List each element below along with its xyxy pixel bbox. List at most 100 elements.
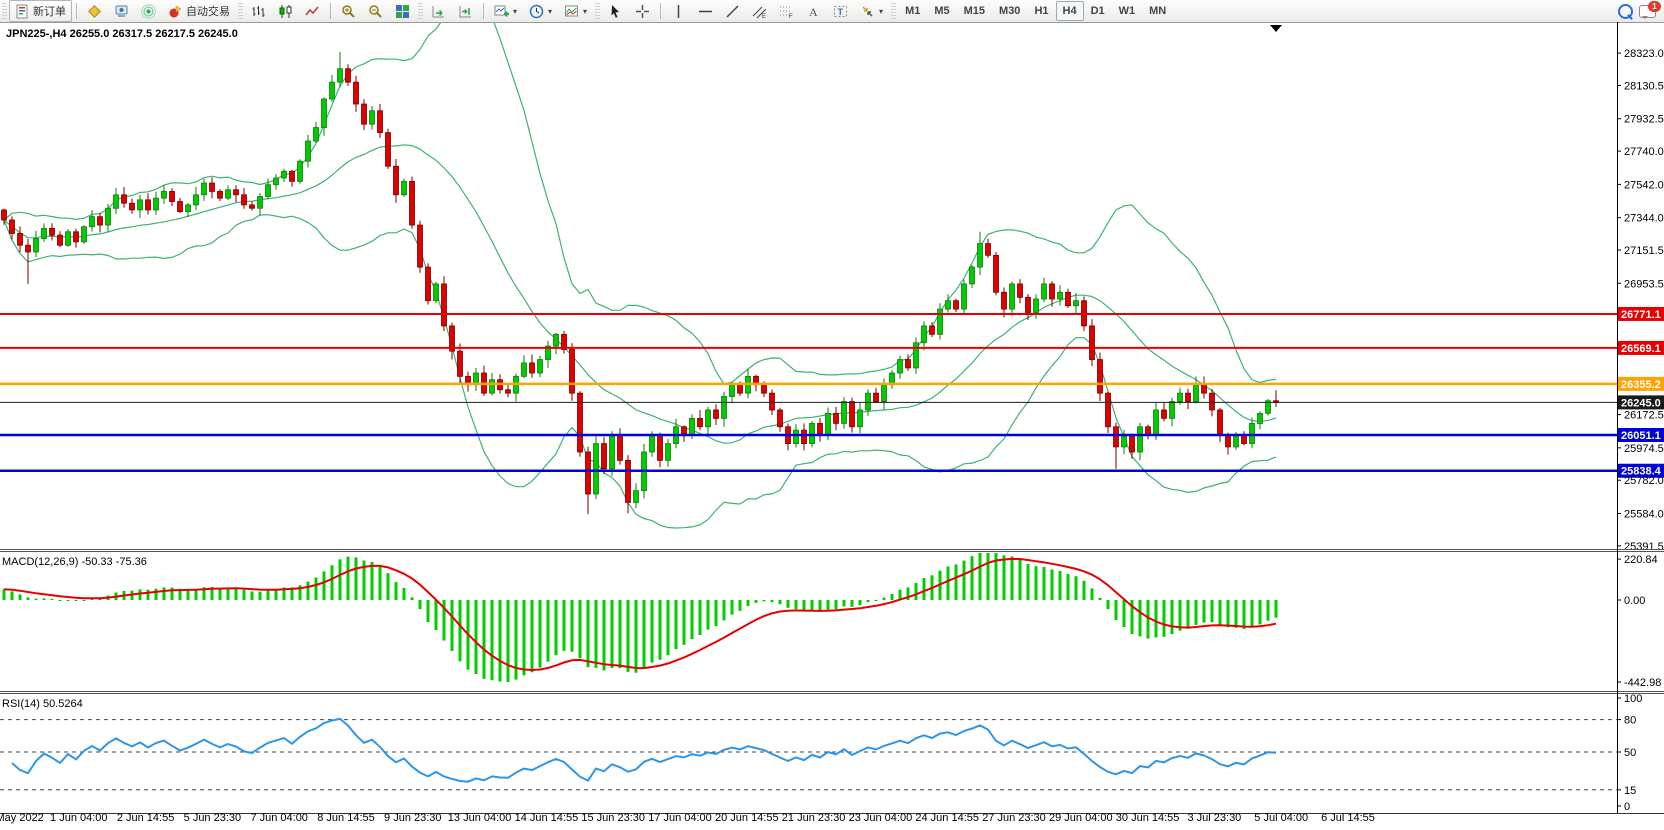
time-axis[interactable]: 31 May 2022 1 Jun 04:00 2 Jun 14:55 5 Jun 2…	[0, 812, 1375, 824]
price-tick-label: 25584.0	[1624, 509, 1664, 521]
tile-windows-icon[interactable]	[389, 0, 416, 22]
timeframe-m30-button[interactable]: M30	[992, 1, 1027, 21]
price-tick-label: 27344.0	[1624, 213, 1664, 225]
templates-icon	[564, 4, 579, 19]
time-axis-label: 5 Jun 23:30	[184, 812, 242, 824]
vertical-line-icon	[671, 4, 686, 19]
toolbar-separator	[76, 3, 77, 19]
price-tick-label: 27932.5	[1624, 114, 1664, 126]
time-axis-label: 6 Jul 14:55	[1321, 812, 1375, 824]
price-tick-label: 27151.5	[1624, 245, 1664, 257]
rsi-tick-label: 100	[1624, 693, 1642, 705]
time-axis-label: 9 Jun 23:30	[384, 812, 442, 824]
price-badge-label: 26245.0	[1621, 397, 1661, 409]
crosshair-icon	[635, 4, 650, 19]
time-axis-label: 31 May 2022	[0, 812, 44, 824]
auto-scroll-icon[interactable]	[425, 0, 452, 22]
price-tick-label: 28323.0	[1624, 48, 1664, 60]
candle-chart-mode-icon	[278, 4, 293, 19]
rsi-tick-label: 50	[1624, 747, 1636, 759]
crosshair-icon[interactable]	[629, 0, 656, 22]
mql-wizard-icon	[87, 4, 102, 19]
timeframe-h1-button[interactable]: H1	[1027, 1, 1055, 21]
timeframe-h4-button[interactable]: H4	[1056, 1, 1084, 21]
price-tick-label: 25974.5	[1624, 443, 1664, 455]
chat-icon[interactable]: 1	[1639, 5, 1656, 18]
notification-badge: 1	[1648, 1, 1661, 12]
periods-icon[interactable]: ▾	[523, 0, 558, 22]
time-axis-label: 1 Jun 04:00	[50, 812, 108, 824]
timeframe-w1-button[interactable]: W1	[1112, 1, 1143, 21]
rsi-tick-label: 15	[1624, 785, 1636, 797]
toolbar-grip	[418, 3, 423, 19]
toolbar: 新订单自动交易▾▾▾EFAT▾M1M5M15M30H1H4D1W1MN1	[0, 0, 1664, 23]
cursor-icon	[608, 4, 623, 19]
virtual-hosting-icon[interactable]	[108, 0, 135, 22]
zoom-in-icon[interactable]	[335, 0, 362, 22]
trendline-icon[interactable]	[719, 0, 746, 22]
price-badge-label: 26771.1	[1621, 309, 1661, 321]
auto-trading-icon	[168, 4, 183, 19]
text-icon[interactable]: A	[800, 0, 827, 22]
new-order-button[interactable]: 新订单	[9, 0, 72, 22]
toolbar-grip	[238, 3, 243, 19]
svg-text:A: A	[809, 5, 818, 19]
time-axis-label: 2 Jun 14:55	[117, 812, 175, 824]
time-axis-label: 20 Jun 14:55	[715, 812, 779, 824]
indicators-icon[interactable]: ▾	[488, 0, 523, 22]
text-icon: A	[806, 4, 821, 19]
svg-text:T: T	[838, 7, 844, 17]
templates-icon[interactable]: ▾	[558, 0, 593, 22]
macd-tick-label: 0.00	[1624, 595, 1645, 607]
fibonacci-icon[interactable]: F	[773, 0, 800, 22]
timeframe-m15-button[interactable]: M15	[957, 1, 992, 21]
macd-tick-label: -442.98	[1624, 677, 1661, 689]
search-icon[interactable]	[1618, 4, 1633, 19]
equidistant-channel-icon[interactable]: E	[746, 0, 773, 22]
line-chart-mode-icon[interactable]	[299, 0, 326, 22]
price-badge-label: 26569.1	[1621, 343, 1661, 355]
line-chart-mode-icon	[305, 4, 320, 19]
price-tick-label: 27740.0	[1624, 146, 1664, 158]
horizontal-line-icon[interactable]	[692, 0, 719, 22]
time-axis-label: 7 Jun 04:00	[250, 812, 308, 824]
vertical-line-icon[interactable]	[665, 0, 692, 22]
auto-trading-label: 自动交易	[186, 3, 230, 19]
time-axis-label: 23 Jun 04:00	[849, 812, 913, 824]
horizontal-line-icon	[698, 4, 713, 19]
time-axis-label: 3 Jul 23:30	[1187, 812, 1241, 824]
price-badge-label: 26051.1	[1621, 430, 1661, 442]
zoom-out-icon[interactable]	[362, 0, 389, 22]
time-axis-label: 5 Jul 04:00	[1254, 812, 1308, 824]
indicators-icon	[494, 4, 509, 19]
mql-wizard-icon[interactable]	[81, 0, 108, 22]
auto-scroll-icon	[431, 4, 446, 19]
toolbar-separator	[330, 3, 331, 19]
candle-chart-mode-icon[interactable]	[272, 0, 299, 22]
rsi-tick-label: 0	[1624, 801, 1630, 813]
broadcast-signal-icon[interactable]	[135, 0, 162, 22]
chart-window[interactable]: JPN225-,H4 26255.0 26317.5 26217.5 26245…	[0, 22, 1664, 825]
bar-chart-mode-icon[interactable]	[245, 0, 272, 22]
timeframe-m1-button[interactable]: M1	[898, 1, 927, 21]
chart-shift-icon[interactable]	[452, 0, 479, 22]
time-axis-label: 21 Jun 23:30	[782, 812, 846, 824]
cursor-icon[interactable]	[602, 0, 629, 22]
time-axis-label: 30 Jun 14:55	[1116, 812, 1180, 824]
arrows-icon[interactable]: ▾	[854, 0, 889, 22]
auto-trading-button[interactable]: 自动交易	[162, 0, 236, 22]
zoom-out-icon	[368, 4, 383, 19]
bar-chart-mode-icon	[251, 4, 266, 19]
timeframe-d1-button[interactable]: D1	[1084, 1, 1112, 21]
toolbar-separator	[660, 3, 661, 19]
chart-canvas[interactable]: 26771.126569.126355.226245.026051.125838…	[0, 22, 1664, 825]
time-axis-label: 14 Jun 14:55	[515, 812, 579, 824]
toolbar-grip	[2, 3, 7, 19]
time-axis-label: 15 Jun 23:30	[581, 812, 645, 824]
text-label-icon: T	[833, 4, 848, 19]
rsi-tick-label: 80	[1624, 715, 1636, 727]
chevron-down-icon: ▾	[879, 7, 883, 16]
text-label-icon[interactable]: T	[827, 0, 854, 22]
timeframe-mn-button[interactable]: MN	[1142, 1, 1173, 21]
timeframe-m5-button[interactable]: M5	[927, 1, 956, 21]
